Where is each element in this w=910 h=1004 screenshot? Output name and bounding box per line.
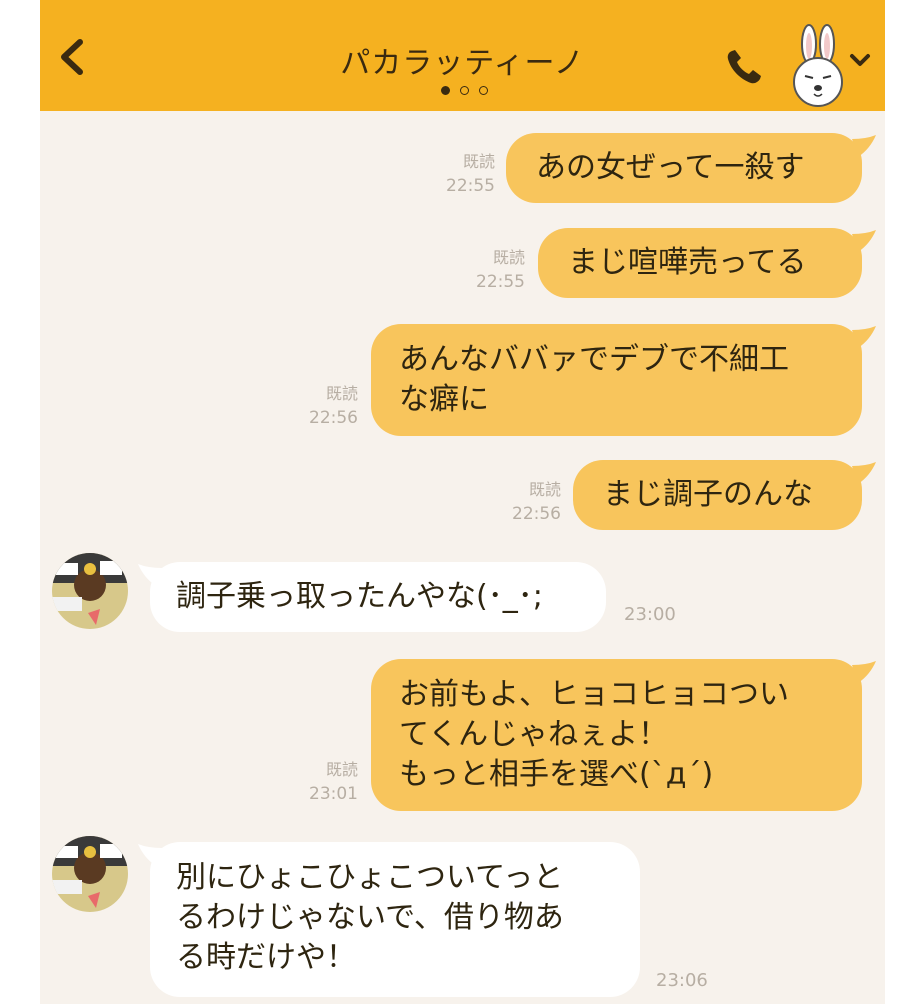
read-receipt: 既読	[325, 760, 358, 779]
message-meta: 既読 22:55	[450, 246, 525, 294]
message-text: まじ調子のんな	[603, 477, 813, 512]
chevron-down-icon	[850, 54, 870, 66]
message-time: 22:55	[446, 176, 495, 196]
message-meta: 既読 22:56	[483, 478, 561, 526]
message-bubble[interactable]: まじ喧嘩売ってる	[538, 228, 862, 298]
message-text: 別にひょこひょこついてっと るわけじゃないで、借り物あ る時だけや！	[176, 860, 564, 975]
page-dot	[460, 86, 469, 95]
message-text: あんなババァでデブで不細工 な癖に	[399, 342, 789, 417]
bubble-tail	[852, 326, 876, 348]
message-bubble[interactable]: お前もよ、ヒョコヒョコつい てくんじゃねぇよ！ もっと相手を選べ(`д´)	[371, 659, 862, 811]
message-text: あの女ぜって一殺す	[536, 150, 805, 185]
bubble-tail	[138, 844, 162, 866]
chat-header: パカラッティーノ	[40, 8, 885, 111]
message-bubble[interactable]: 別にひょこひょこついてっと るわけじゃないで、借り物あ る時だけや！	[150, 842, 640, 997]
message-time: 23:00	[624, 604, 676, 625]
chat-screen: パカラッティーノ 既読 22:55 あの女ぜって一殺す 既読 22:55 まじ喧…	[40, 0, 885, 1004]
bubble-tail	[852, 462, 876, 484]
read-receipt: 既読	[528, 480, 561, 499]
message-time: 22:56	[512, 504, 561, 524]
read-receipt: 既読	[462, 152, 495, 171]
status-bar	[40, 0, 885, 8]
chat-title[interactable]: パカラッティーノ	[240, 38, 685, 82]
message-time: 23:01	[309, 784, 358, 804]
bubble-tail	[852, 661, 876, 683]
read-receipt: 既読	[325, 384, 358, 403]
bubble-tail	[852, 230, 876, 252]
call-button[interactable]	[723, 46, 765, 88]
message-time: 23:06	[656, 970, 708, 991]
friend-avatar[interactable]	[52, 836, 128, 912]
message-meta: 既読 23:01	[282, 758, 358, 806]
message-bubble[interactable]: まじ調子のんな	[573, 460, 862, 530]
avatar-photo-icon	[52, 553, 128, 629]
back-button[interactable]	[54, 32, 94, 82]
friend-avatar[interactable]	[52, 553, 128, 629]
chevron-left-icon	[61, 39, 83, 75]
message-bubble[interactable]: あの女ぜって一殺す	[506, 133, 862, 203]
page-dot	[479, 86, 488, 95]
page-indicator	[430, 86, 500, 98]
rabbit-avatar-icon	[793, 24, 843, 107]
page-dot	[441, 86, 450, 95]
phone-icon	[727, 50, 761, 84]
message-bubble[interactable]: あんなババァでデブで不細工 な癖に	[371, 324, 862, 436]
message-text: まじ喧嘩売ってる	[568, 245, 807, 280]
message-bubble[interactable]: 調子乗っ取ったんやな(･_･;	[150, 562, 606, 632]
message-meta: 既読 22:56	[280, 382, 358, 430]
message-time: 22:55	[476, 272, 525, 292]
read-receipt: 既読	[492, 248, 525, 267]
message-text: お前もよ、ヒョコヒョコつい てくんじゃねぇよ！ もっと相手を選べ(`д´)	[399, 677, 789, 792]
message-text: 調子乗っ取ったんやな(･_･;	[176, 579, 543, 614]
message-time: 22:56	[309, 408, 358, 428]
bubble-tail	[138, 564, 162, 586]
message-meta: 既読 22:55	[420, 150, 495, 198]
bubble-tail	[852, 135, 876, 157]
avatar-photo-icon	[52, 836, 128, 912]
profile-menu-button[interactable]	[785, 24, 875, 108]
